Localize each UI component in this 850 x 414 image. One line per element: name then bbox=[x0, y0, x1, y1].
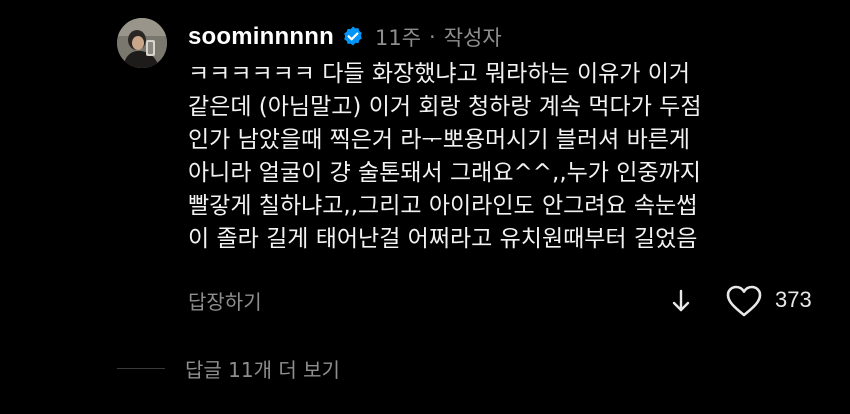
author-tag: 작성자 bbox=[443, 26, 502, 50]
divider bbox=[117, 368, 165, 369]
arrow-down-icon[interactable] bbox=[667, 286, 695, 316]
view-more-replies-button[interactable]: 답글 11개 더 보기 bbox=[117, 354, 340, 383]
comment-text-line: 인가 남았을때 찍은거 라ᅮ뽀용머시기 블러셔 바른게 bbox=[188, 127, 691, 153]
timestamp: 11주 bbox=[374, 26, 422, 50]
comment-text-line: 아니라 얼굴이 걍 술톤돼서 그래요^^,,누가 인중까지 bbox=[188, 160, 701, 186]
comment-text-line: ㅋㅋㅋㅋㅋㅋ 다들 화장했냐고 뭐라하는 이유가 이거 bbox=[188, 61, 691, 87]
verified-badge-icon bbox=[341, 25, 365, 49]
view-more-replies-label: 답글 11개 더 보기 bbox=[185, 358, 340, 382]
like-count: 373 bbox=[775, 287, 812, 312]
comment: soominnnnn 11주 · 작성자 ㅋㅋㅋㅋㅋㅋ 다들 화장했냐고 뭐라하… bbox=[0, 0, 850, 414]
avatar-photo bbox=[117, 18, 167, 68]
username[interactable]: soominnnnn bbox=[188, 23, 334, 51]
comment-text-line: 이 졸라 길게 태어난걸 어쩌라고 유치원때부터 길었음 bbox=[188, 226, 698, 252]
separator-dot: · bbox=[429, 25, 436, 49]
comment-text-line: 빨갛게 칠하냐고,,그리고 아이라인도 안그려요 속눈썹 bbox=[188, 193, 698, 219]
comment-text-line: 같은데 (아님말고) 이거 회랑 청하랑 계속 먹다가 두점 bbox=[188, 94, 702, 120]
comment-header: soominnnnn 11주 · 작성자 bbox=[188, 20, 502, 54]
reply-button[interactable]: 답장하기 bbox=[188, 286, 262, 315]
avatar[interactable] bbox=[117, 18, 167, 68]
heart-icon[interactable] bbox=[724, 283, 764, 319]
comment-text: ㅋㅋㅋㅋㅋㅋ 다들 화장했냐고 뭐라하는 이유가 이거 같은데 (아님말고) 이… bbox=[188, 58, 828, 256]
